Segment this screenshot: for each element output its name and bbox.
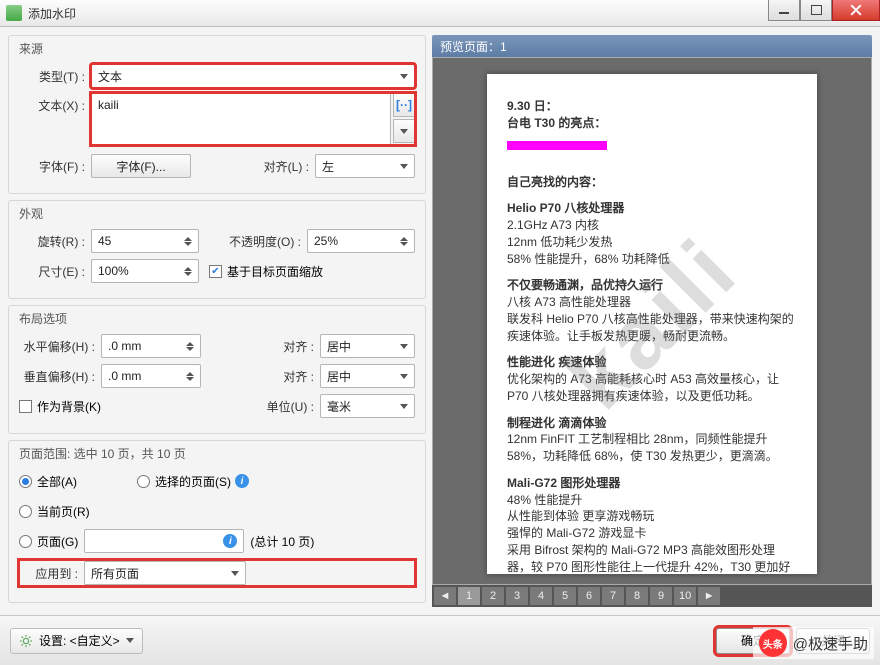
- radio-current[interactable]: 当前页(R): [19, 503, 90, 520]
- radio-pages[interactable]: 页面(G): [19, 533, 78, 550]
- page-6[interactable]: 6: [578, 587, 600, 605]
- chevron-down-icon: [400, 74, 408, 79]
- source-group: 来源 类型(T) : 文本 文本(X) : kaili [··] 字体(F): [8, 35, 426, 194]
- gear-icon: [19, 634, 33, 648]
- scale-checkbox[interactable]: ✔ 基于目标页面缩放: [209, 263, 323, 280]
- page-4[interactable]: 4: [530, 587, 552, 605]
- size-spin[interactable]: 100%: [91, 259, 199, 283]
- rotate-spin[interactable]: 45: [91, 229, 199, 253]
- page-7[interactable]: 7: [602, 587, 624, 605]
- brand-badge: 头条 @极速手助: [753, 627, 874, 659]
- pager: ◄ 12345678910 ►: [432, 585, 872, 607]
- pagerange-legend: 页面范围: 选中 10 页，共 10 页: [19, 445, 415, 462]
- hoffset-spin[interactable]: .0 mm: [101, 334, 201, 358]
- text-label: 文本(X) :: [19, 93, 91, 114]
- close-button[interactable]: [832, 0, 880, 21]
- page-5[interactable]: 5: [554, 587, 576, 605]
- minimize-button[interactable]: [768, 0, 800, 21]
- checkbox-icon: ✔: [209, 265, 222, 278]
- layout-group: 布局选项 水平偏移(H) : .0 mm 对齐 : 居中 垂直偏移(H) : .…: [8, 305, 426, 434]
- checkbox-icon: [19, 400, 32, 413]
- applyto-label: 应用到 :: [22, 565, 84, 582]
- info-icon[interactable]: i: [235, 474, 249, 488]
- source-legend: 来源: [19, 40, 415, 57]
- chevron-down-icon: [400, 129, 408, 134]
- browse-button[interactable]: [··]: [393, 93, 415, 117]
- units-combo[interactable]: 毫米: [320, 394, 415, 418]
- preview-page: kaili 9.30 日： 台电 T30 的亮点： 自己亮找的内容： Helio…: [487, 74, 817, 574]
- page-10[interactable]: 10: [674, 587, 696, 605]
- type-combo[interactable]: 文本: [91, 64, 415, 88]
- preview-header: 预览页面：1: [432, 35, 872, 57]
- highlight: [507, 141, 607, 150]
- brand-icon: 头条: [759, 629, 787, 657]
- applyto-combo[interactable]: 所有页面: [84, 561, 246, 585]
- background-checkbox[interactable]: 作为背景(K): [19, 398, 101, 415]
- page-8[interactable]: 8: [626, 587, 648, 605]
- appearance-group: 外观 旋转(R) : 45 不透明度(O) : 25% 尺寸(E) : 100%: [8, 200, 426, 299]
- halign-combo[interactable]: 居中: [320, 334, 415, 358]
- opacity-label: 不透明度(O) :: [199, 233, 307, 250]
- align-label: 对齐(L) :: [191, 158, 315, 175]
- units-label: 单位(U) :: [248, 398, 320, 415]
- info-icon: i: [223, 534, 237, 548]
- align-combo[interactable]: 左: [315, 154, 415, 178]
- page-9[interactable]: 9: [650, 587, 672, 605]
- page-next[interactable]: ►: [698, 587, 720, 605]
- pages-total: (总计 10 页): [250, 533, 314, 550]
- font-button[interactable]: 字体(F)...: [91, 154, 191, 178]
- page-prev[interactable]: ◄: [434, 587, 456, 605]
- maximize-button[interactable]: [800, 0, 832, 21]
- type-label: 类型(T) :: [19, 68, 91, 85]
- radio-all[interactable]: 全部(A): [19, 473, 77, 490]
- valign-combo[interactable]: 居中: [320, 364, 415, 388]
- valign-label: 对齐 :: [201, 368, 320, 385]
- pagerange-group: 页面范围: 选中 10 页，共 10 页 全部(A) 选择的页面(S) i 当前…: [8, 440, 426, 603]
- chevron-down-icon: [126, 638, 134, 643]
- rotate-label: 旋转(R) :: [19, 233, 91, 250]
- pages-input[interactable]: i: [84, 529, 244, 553]
- text-more-button[interactable]: [393, 119, 415, 143]
- chevron-down-icon: [400, 164, 408, 169]
- halign-label: 对齐 :: [201, 338, 320, 355]
- appearance-legend: 外观: [19, 205, 415, 222]
- page-2[interactable]: 2: [482, 587, 504, 605]
- voffset-label: 垂直偏移(H) :: [19, 368, 101, 385]
- font-label: 字体(F) :: [19, 158, 91, 175]
- size-label: 尺寸(E) :: [19, 263, 91, 280]
- text-input[interactable]: kaili: [91, 93, 391, 145]
- opacity-spin[interactable]: 25%: [307, 229, 415, 253]
- page-3[interactable]: 3: [506, 587, 528, 605]
- app-icon: [6, 5, 22, 21]
- hoffset-label: 水平偏移(H) :: [19, 338, 101, 355]
- voffset-spin[interactable]: .0 mm: [101, 364, 201, 388]
- layout-legend: 布局选项: [19, 310, 415, 327]
- type-value: 文本: [98, 68, 122, 85]
- settings-button[interactable]: 设置: <自定义>: [10, 628, 143, 654]
- window-title: 添加水印: [28, 5, 76, 22]
- page-1[interactable]: 1: [458, 587, 480, 605]
- preview-area: kaili 9.30 日： 台电 T30 的亮点： 自己亮找的内容： Helio…: [432, 57, 872, 585]
- radio-selected[interactable]: 选择的页面(S): [137, 473, 231, 490]
